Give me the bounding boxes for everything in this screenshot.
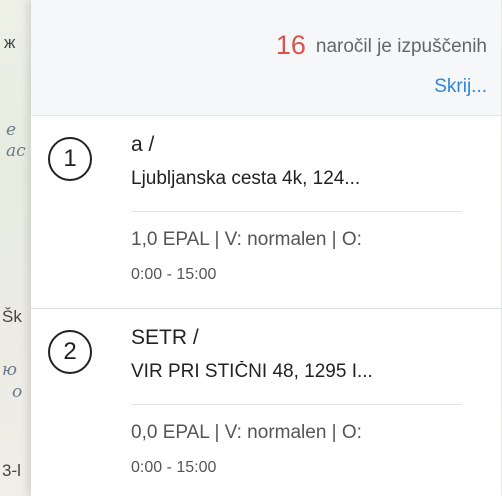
order-number-badge: 1: [48, 137, 92, 181]
order-divider: [131, 404, 462, 405]
skipped-orders-summary: 16 naročil je izpuščenih Skrij...: [31, 0, 501, 116]
map-label: ж: [4, 33, 16, 52]
map-label: е: [6, 120, 17, 140]
skipped-orders-line: 16 naročil je izpuščenih: [276, 30, 487, 61]
order-number-badge: 2: [48, 330, 92, 374]
skipped-orders-count: 16: [275, 30, 306, 60]
map-label: ас: [6, 141, 26, 161]
order-divider: [131, 211, 462, 212]
order-title: SETR /: [131, 326, 199, 349]
map-label: Šk: [2, 307, 22, 326]
order-title: a /: [131, 133, 155, 156]
order-card[interactable]: 1 a / Ljubljanska cesta 4k, 124... 1,0 E…: [31, 116, 501, 309]
order-details: 0,0 EPAL | V: normalen | O:: [131, 422, 362, 443]
order-time-window: 0:00 - 15:00: [131, 459, 217, 476]
order-time-window: 0:00 - 15:00: [131, 266, 217, 283]
skipped-orders-text: naročil je izpuščenih: [315, 36, 487, 57]
map-label: о: [12, 382, 23, 402]
skipped-orders-panel: 16 naročil je izpuščenih Skrij... 1 a / L…: [31, 0, 501, 496]
map-label: ю: [2, 360, 17, 380]
hide-link[interactable]: Skrij...: [434, 76, 487, 98]
order-address: VIR PRI STIČNI 48, 1295 I...: [131, 361, 373, 382]
order-address: Ljubljanska cesta 4k, 124...: [131, 168, 361, 189]
order-details: 1,0 EPAL | V: normalen | O:: [131, 229, 362, 250]
map-label: 3-l: [2, 461, 21, 480]
order-card[interactable]: 2 SETR / VIR PRI STIČNI 48, 1295 I... 0,…: [31, 309, 501, 496]
